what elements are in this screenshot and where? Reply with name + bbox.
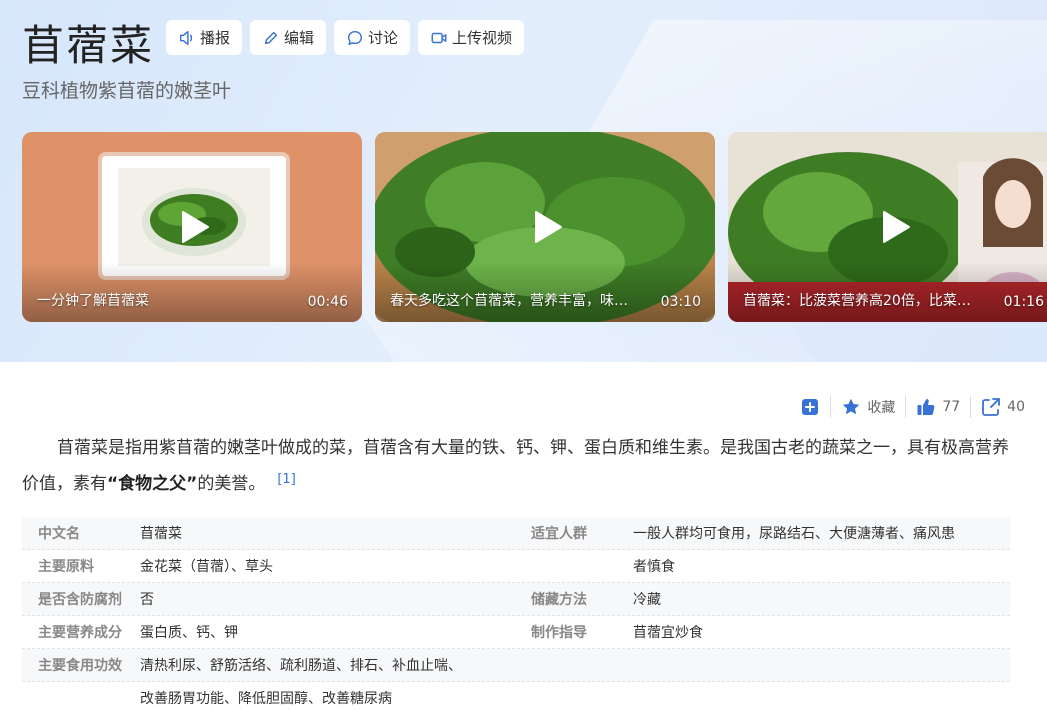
edit-button[interactable]: 编辑 bbox=[250, 20, 327, 55]
upload-video-button[interactable]: 上传视频 bbox=[418, 20, 525, 55]
discuss-label: 讨论 bbox=[368, 29, 399, 47]
summary-highlight: “食物之父” bbox=[107, 474, 198, 494]
info-row: 是否含防腐剂 否 储藏方法 冷藏 bbox=[22, 583, 1010, 616]
header-actions: 播报 编辑 讨论 上传视频 bbox=[166, 20, 525, 55]
video-card[interactable]: 苜蓿菜：比菠菜营养高20倍，比菜… 01:16 bbox=[728, 132, 1047, 322]
edit-label: 编辑 bbox=[284, 29, 315, 47]
info-key: 储藏方法 bbox=[531, 592, 587, 608]
broadcast-button[interactable]: 播报 bbox=[166, 20, 243, 55]
info-value: 金花菜（苜蓿）、草头 bbox=[140, 559, 273, 575]
info-row: 改善肠胃功能、降低胆固醇、改善糖尿病 bbox=[22, 682, 1010, 710]
speaker-icon bbox=[179, 30, 193, 45]
video-duration: 01:16 bbox=[1003, 294, 1044, 310]
info-key: 是否含防腐剂 bbox=[38, 592, 122, 608]
share-button[interactable]: 40 bbox=[971, 397, 1035, 417]
plus-square-icon bbox=[802, 399, 819, 415]
info-key: 主要食用功效 bbox=[38, 658, 122, 674]
info-key: 制作指导 bbox=[531, 625, 587, 641]
info-key: 主要原料 bbox=[38, 559, 94, 575]
pencil-icon bbox=[264, 31, 278, 44]
info-value: 否 bbox=[140, 592, 154, 608]
star-icon bbox=[843, 398, 860, 415]
video-title: 一分钟了解苜蓿菜 bbox=[37, 293, 149, 309]
thumbs-up-icon bbox=[917, 399, 935, 415]
info-value: 改善肠胃功能、降低胆固醇、改善糖尿病 bbox=[140, 691, 392, 707]
video-list: 一分钟了解苜蓿菜 00:46 春天多吃这个苜蓿菜，营养丰富，味… 03:10 苜… bbox=[22, 132, 1047, 322]
info-row: 主要原料 金花菜（苜蓿）、草头 者慎食 bbox=[22, 550, 1010, 583]
info-value: 清热利尿、舒筋活络、疏利肠道、排石、补血止喘、 bbox=[140, 658, 462, 674]
upload-video-label: 上传视频 bbox=[452, 29, 513, 47]
share-count: 40 bbox=[1007, 399, 1025, 415]
hero-banner: 苜蓿菜 播报 编辑 讨论 上传视频 豆科植物紫苜蓿的嫩茎叶 一分钟了解苜蓿菜 0… bbox=[0, 0, 1047, 362]
share-icon bbox=[982, 398, 1001, 416]
info-key: 中文名 bbox=[38, 526, 80, 542]
info-row: 主要食用功效 清热利尿、舒筋活络、疏利肠道、排石、补血止喘、 bbox=[22, 649, 1010, 682]
collect-button[interactable]: 收藏 bbox=[831, 397, 905, 417]
play-icon bbox=[883, 211, 910, 243]
info-value: 苜蓿菜 bbox=[140, 526, 182, 542]
info-value: 者慎食 bbox=[633, 559, 675, 575]
info-value: 蛋白质、钙、钾 bbox=[140, 625, 238, 641]
discuss-button[interactable]: 讨论 bbox=[334, 20, 411, 55]
video-card[interactable]: 一分钟了解苜蓿菜 00:46 bbox=[22, 132, 362, 322]
info-value: 苜蓿宜炒食 bbox=[633, 625, 703, 641]
info-value: 冷藏 bbox=[633, 592, 661, 608]
video-camera-icon bbox=[431, 32, 447, 43]
play-icon bbox=[535, 211, 562, 243]
like-button[interactable]: 77 bbox=[906, 397, 970, 417]
play-icon bbox=[182, 211, 209, 243]
page-title: 苜蓿菜 bbox=[22, 21, 155, 70]
video-title: 春天多吃这个苜蓿菜，营养丰富，味… bbox=[390, 293, 628, 309]
video-title: 苜蓿菜：比菠菜营养高20倍，比菜… bbox=[743, 293, 971, 309]
info-row: 主要营养成分 蛋白质、钙、钾 制作指导 苜蓿宜炒食 bbox=[22, 616, 1010, 649]
page-subtitle: 豆科植物紫苜蓿的嫩茎叶 bbox=[22, 80, 232, 102]
like-count: 77 bbox=[942, 399, 961, 415]
info-table: 中文名 苜蓿菜 适宜人群 一般人群均可食用，尿路结石、大便溏薄者、痛风患 主要原… bbox=[22, 517, 1010, 710]
info-key: 适宜人群 bbox=[531, 526, 587, 542]
video-duration: 00:46 bbox=[307, 294, 348, 310]
article-summary: 苜蓿菜是指用紫苜蓿的嫩茎叶做成的菜，苜蓿含有大量的铁、钙、钾、蛋白质和维生素。是… bbox=[22, 433, 1012, 500]
summary-text-end: 的美誉。 bbox=[197, 474, 266, 494]
broadcast-label: 播报 bbox=[200, 29, 231, 47]
reference-link[interactable]: [1] bbox=[277, 472, 295, 487]
info-row: 中文名 苜蓿菜 适宜人群 一般人群均可食用，尿路结石、大便溏薄者、痛风患 bbox=[22, 517, 1010, 550]
video-duration: 03:10 bbox=[660, 294, 701, 310]
chat-bubble-icon bbox=[348, 30, 363, 45]
info-value: 一般人群均可食用，尿路结石、大便溏薄者、痛风患 bbox=[633, 526, 955, 542]
add-button[interactable] bbox=[790, 397, 830, 417]
info-key: 主要营养成分 bbox=[38, 625, 122, 641]
video-card[interactable]: 春天多吃这个苜蓿菜，营养丰富，味… 03:10 bbox=[375, 132, 715, 322]
article-toolbar: 收藏 77 40 bbox=[790, 396, 1035, 418]
collect-label: 收藏 bbox=[867, 400, 896, 416]
